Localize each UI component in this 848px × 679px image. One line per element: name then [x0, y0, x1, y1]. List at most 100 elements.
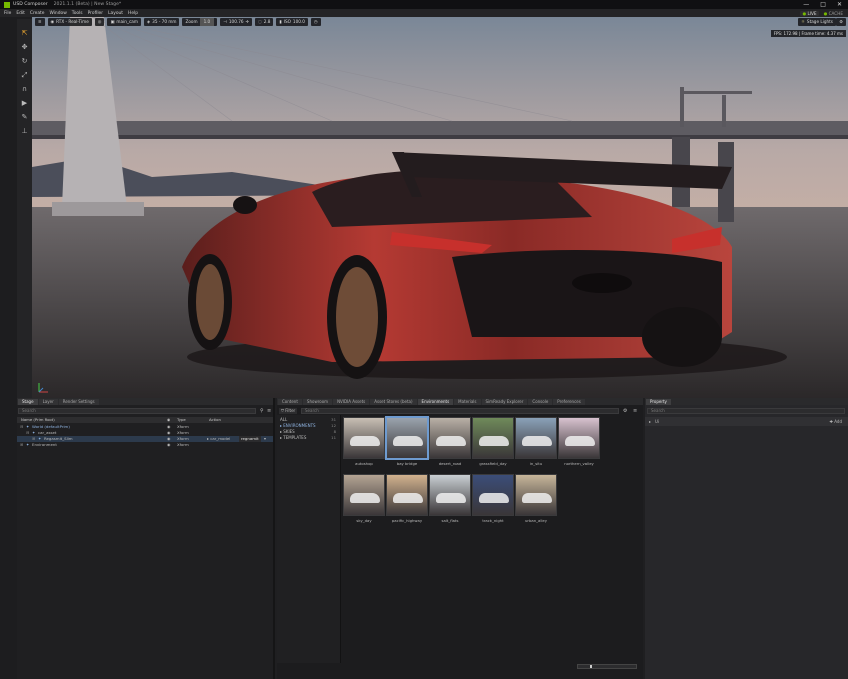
aperture-icon: ◌ [258, 19, 262, 24]
iso-control[interactable]: ▮ ISO 100.0 [276, 18, 308, 26]
minimize-button[interactable]: — [803, 1, 809, 8]
tab-console[interactable]: Console [528, 399, 553, 405]
move-tool-icon[interactable]: ✥ [20, 43, 29, 52]
zoom-value[interactable]: 1.0 [199, 18, 215, 26]
renderer-select[interactable]: ◉ RTX - Real-Time [47, 18, 92, 26]
tab-asset-stores[interactable]: Asset Stores (beta) [370, 399, 417, 405]
environment-thumbnail[interactable] [472, 474, 514, 516]
thumbnail-label: pacific_highway [391, 518, 423, 523]
renderer-label: RTX - Real-Time [56, 19, 89, 24]
viewport-menu-button[interactable]: ⚙ [836, 18, 846, 26]
environment-thumbnail[interactable] [515, 474, 557, 516]
expand-icon[interactable]: ⊞ [20, 442, 23, 448]
add-button[interactable]: ✚ Add [830, 419, 842, 424]
camera-select[interactable]: ▣ main_cam [107, 18, 141, 26]
snap-tool-icon[interactable]: ∩ [20, 85, 29, 94]
stage-search-input[interactable]: Search [18, 408, 256, 414]
paint-tool-icon[interactable]: ✎ [20, 113, 29, 122]
maximize-button[interactable]: □ [820, 1, 826, 8]
environment-thumbnail[interactable] [385, 416, 429, 460]
rotate-tool-icon[interactable]: ↻ [20, 57, 29, 66]
tab-layer[interactable]: Layer [38, 399, 58, 405]
car-preview-image [436, 436, 466, 446]
menu-edit[interactable]: Edit [16, 11, 25, 16]
fstop-value: 2.8 [263, 19, 271, 24]
stage-lights-button[interactable]: ☼ Stage Lights [798, 18, 836, 26]
options-icon[interactable]: ≡ [633, 408, 637, 414]
lens-label: 35 - 70 mm [152, 19, 177, 24]
menu-tools[interactable]: Tools [72, 11, 83, 16]
column-name[interactable]: Name (Prim Root) [21, 417, 55, 423]
menu-create[interactable]: Create [30, 11, 45, 16]
car-preview-image [350, 493, 380, 503]
xform-icon: ✦ [26, 442, 30, 447]
tree-label: ENVIRONMENTS [283, 423, 316, 428]
menu-layout[interactable]: Layout [108, 11, 123, 16]
focus-icon: ⊣ [223, 19, 227, 24]
tab-content[interactable]: Content [278, 399, 302, 405]
environment-thumbnail[interactable] [343, 474, 385, 516]
camera-icon: ▣ [110, 19, 115, 24]
tree-label: ALL [280, 417, 288, 422]
column-action[interactable]: Action [209, 417, 221, 423]
property-search-input[interactable]: Search [647, 408, 845, 414]
tab-environments[interactable]: Environments [417, 399, 454, 405]
title-bar: USD Composer 2021.1.1 (Beta) | New Stage… [0, 0, 848, 9]
tab-stage[interactable]: Stage [18, 399, 38, 405]
filter-button[interactable]: ⛉ Filter [279, 408, 298, 414]
scale-tool-icon[interactable]: ⤢ [20, 71, 29, 80]
render-image [32, 17, 848, 398]
tab-simready-explorer[interactable]: SimReady Explorer [481, 399, 528, 405]
stage-lights-label: Stage Lights [806, 19, 833, 24]
select-tool-icon[interactable]: ⇱ [20, 29, 29, 38]
content-search-input[interactable]: Search [301, 408, 619, 414]
menu-file[interactable]: File [4, 11, 11, 16]
live-button[interactable]: ● LIVE [800, 10, 819, 16]
thumbnail-label: grassfield_day [479, 461, 507, 466]
menu-help[interactable]: Help [128, 11, 138, 16]
environment-thumbnail[interactable] [429, 417, 471, 459]
lens-control[interactable]: ◈ 35 - 70 mm [143, 18, 180, 26]
tree-item-templates[interactable]: ▸ TEMPLATES [280, 435, 306, 441]
environment-thumbnail[interactable] [386, 474, 428, 516]
property-section-header[interactable]: ▸ Ui ✚ Add [645, 417, 848, 426]
measure-tool-icon[interactable]: ⊥ [20, 127, 29, 136]
filter-icon[interactable]: ⚲ [260, 408, 264, 414]
tab-nvidia-assets[interactable]: NVIDIA Assets [333, 399, 370, 405]
tab-property[interactable]: Property [646, 399, 671, 405]
thumbnail-label: sky_day [356, 518, 372, 523]
viewport-settings-button[interactable]: ≡ [35, 18, 45, 26]
slider-handle[interactable] [590, 665, 592, 668]
environment-thumbnail[interactable] [429, 474, 471, 516]
stage-row-environment[interactable]: ⊞ ✦ Environment ◉ Xform [17, 442, 273, 448]
focus-control[interactable]: ⊣ 100.76 ✛ [220, 18, 253, 26]
menu-window[interactable]: Window [49, 11, 66, 16]
tab-showroom[interactable]: Showroom [302, 399, 333, 405]
zoom-control[interactable]: Zoom 1.0 [182, 18, 218, 26]
tab-materials[interactable]: Materials [454, 399, 481, 405]
environment-thumbnail[interactable] [343, 417, 385, 459]
fstop-control[interactable]: ◌ 2.8 [255, 18, 274, 26]
menu-profiler[interactable]: Profiler [88, 11, 103, 16]
environment-thumbnail[interactable] [515, 417, 557, 459]
viewport[interactable]: ≡ ◉ RTX - Real-Time ◎ ▣ main_cam ◈ 35 - 70 … [32, 17, 848, 398]
environment-thumbnail[interactable] [558, 417, 600, 459]
settings-icon[interactable]: ⚙ [623, 408, 627, 414]
environment-thumbnail[interactable] [472, 417, 514, 459]
visibility-button[interactable]: ◎ [94, 18, 105, 26]
cache-status[interactable]: ● CACHE [824, 11, 843, 16]
close-button[interactable]: ✕ [837, 1, 842, 8]
timer-button[interactable]: ◷ [310, 18, 321, 26]
expand-icon[interactable]: ▸ [649, 419, 651, 424]
zoom-slider[interactable] [577, 664, 637, 669]
tree-count: 31 [331, 417, 336, 422]
tab-render-settings[interactable]: Render Settings [58, 399, 99, 405]
play-icon[interactable]: ▶ [20, 99, 29, 108]
tab-preferences[interactable]: Preferences [553, 399, 585, 405]
menu-bar: File Edit Create Window Tools Profiler L… [0, 9, 848, 17]
options-icon[interactable]: ≡ [267, 408, 271, 414]
column-type[interactable]: Type [177, 417, 186, 423]
thumbnail-label: autoshop [355, 461, 373, 466]
prim-name: Environment [32, 442, 57, 447]
visibility-eye-icon[interactable]: ◉ [167, 442, 170, 448]
